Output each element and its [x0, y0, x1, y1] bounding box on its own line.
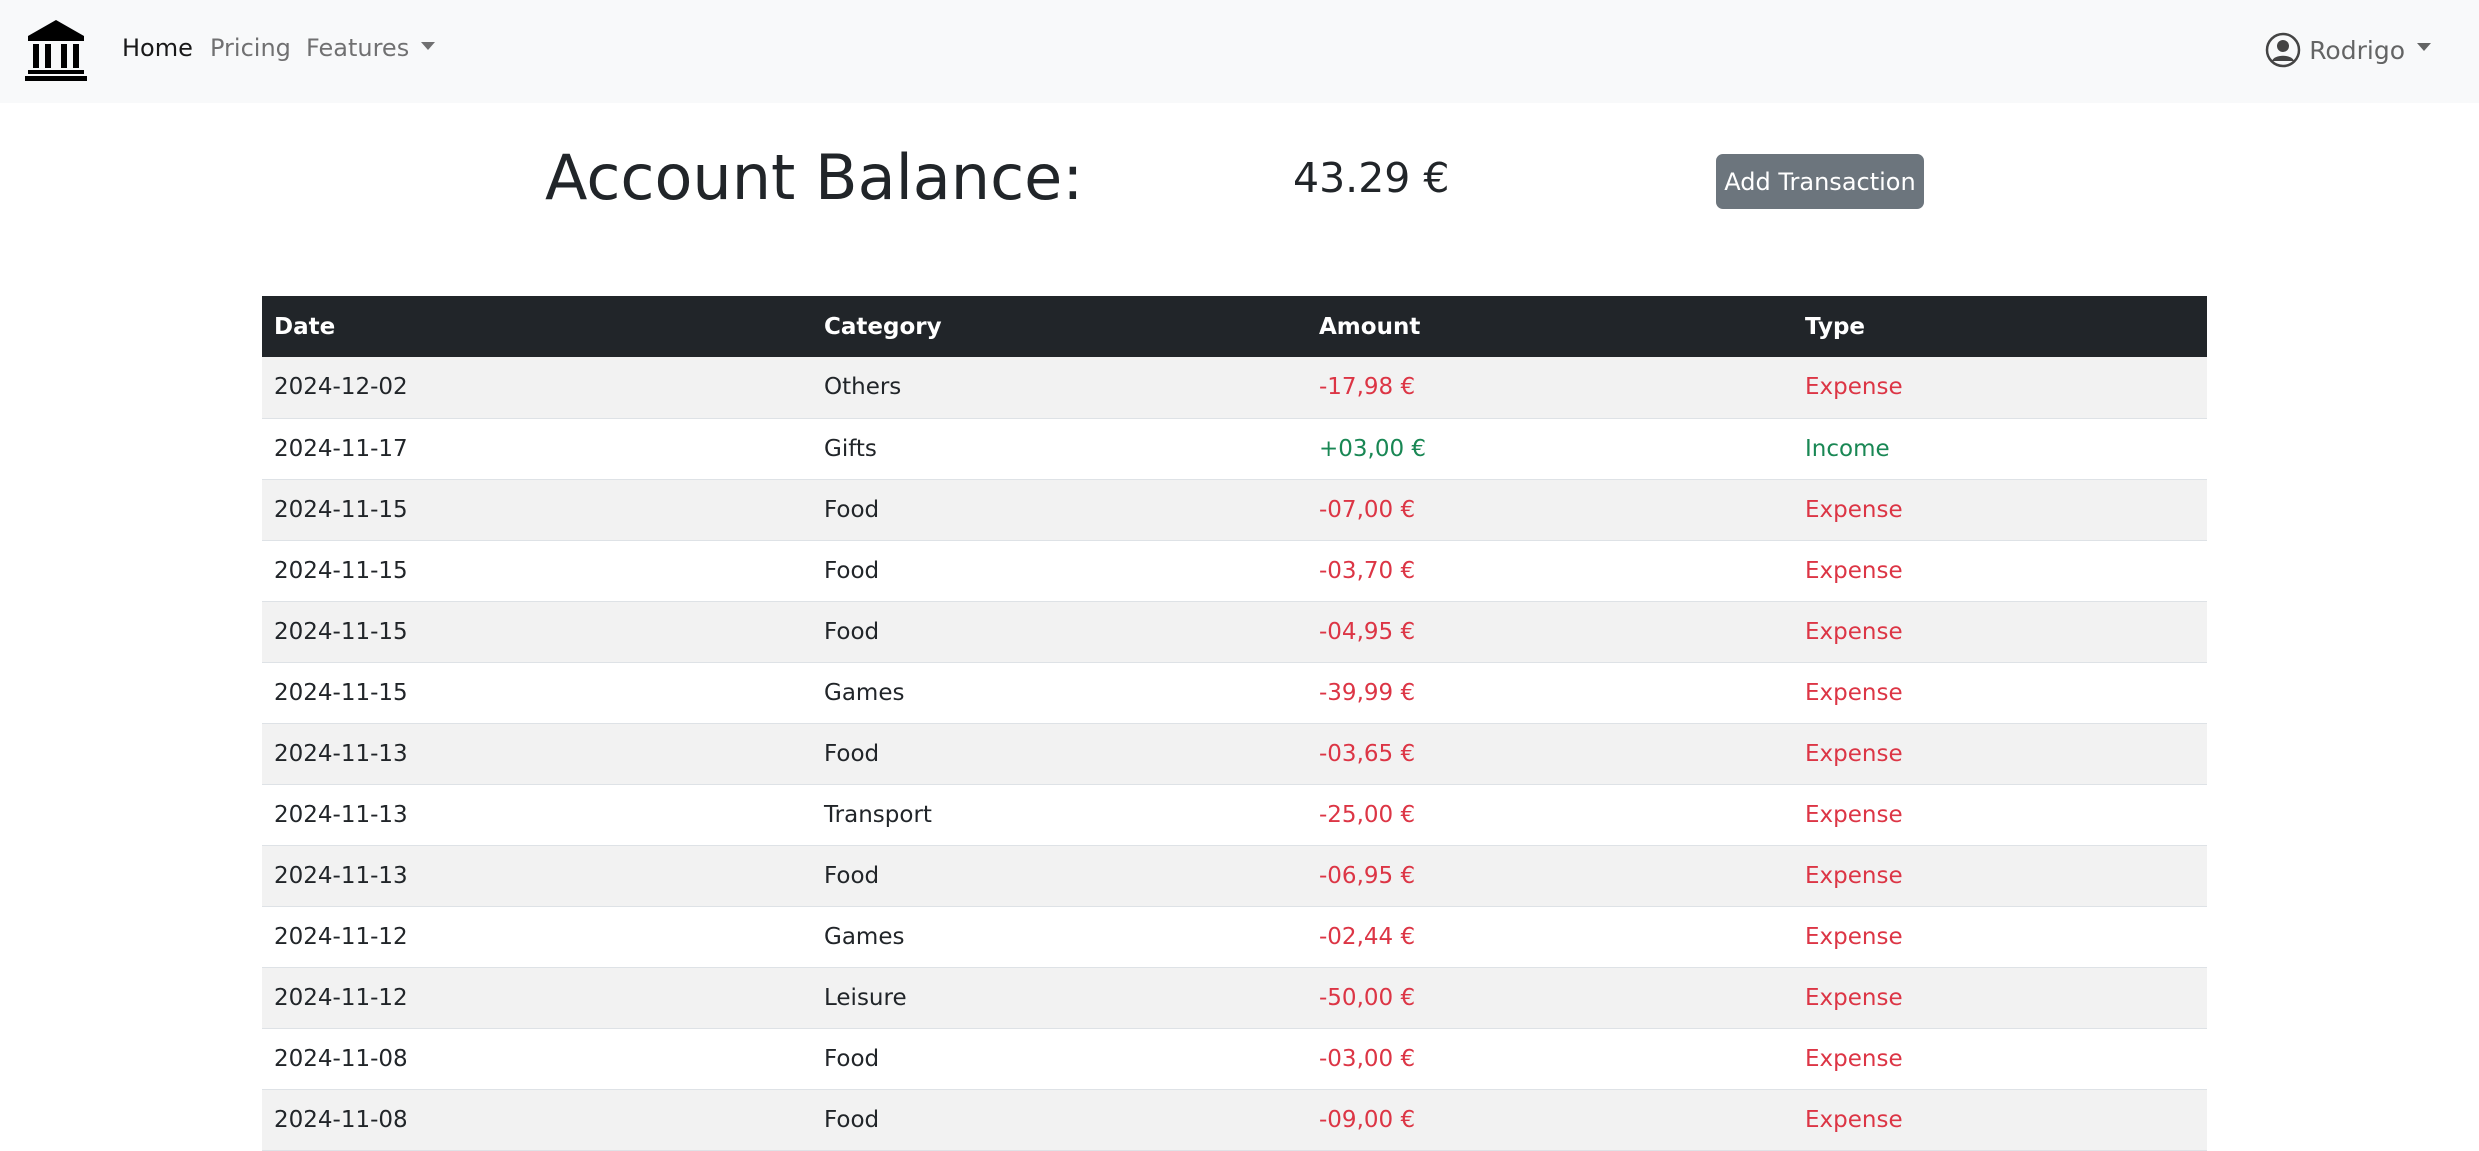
cell-category: Food — [812, 845, 1307, 907]
table-row[interactable]: 2024-11-12 Leisure -50,00 € Expense — [262, 967, 2207, 1029]
cell-date: 2024-11-08 — [262, 1089, 812, 1151]
cell-type: Expense — [1793, 1028, 2207, 1090]
cell-type: Expense — [1793, 784, 2207, 846]
table-row[interactable]: 2024-11-08 Food -09,00 € Expense — [262, 1089, 2207, 1151]
cell-date: 2024-11-15 — [262, 662, 812, 724]
cell-type: Expense — [1793, 662, 2207, 724]
cell-category: Food — [812, 479, 1307, 541]
cell-date: 2024-11-13 — [262, 784, 812, 846]
header-amount: Amount — [1319, 313, 1421, 340]
header-type: Type — [1805, 313, 1866, 340]
cell-category: Games — [812, 906, 1307, 968]
cell-type: Expense — [1793, 845, 2207, 907]
table-row[interactable]: 2024-12-02 Others -17,98 € Expense — [262, 357, 2207, 419]
cell-category: Gifts — [812, 418, 1307, 480]
table-row[interactable]: 2024-11-15 Games -39,99 € Expense — [262, 662, 2207, 724]
cell-amount: -17,98 € — [1307, 357, 1793, 419]
cell-amount: -07,00 € — [1307, 479, 1793, 541]
cell-amount: -25,00 € — [1307, 784, 1793, 846]
cell-type: Expense — [1793, 601, 2207, 663]
cell-type: Expense — [1793, 540, 2207, 602]
cell-amount: -39,99 € — [1307, 662, 1793, 724]
table-row[interactable]: 2024-11-13 Food -06,95 € Expense — [262, 845, 2207, 907]
table-row[interactable]: 2024-11-08 Food -03,00 € Expense — [262, 1028, 2207, 1090]
cell-date: 2024-11-12 — [262, 967, 812, 1029]
cell-date: 2024-11-17 — [262, 418, 812, 480]
cell-category: Games — [812, 662, 1307, 724]
cell-amount: -02,44 € — [1307, 906, 1793, 968]
cell-amount: -04,95 € — [1307, 601, 1793, 663]
user-circle-icon — [2265, 32, 2301, 68]
cell-amount: -03,00 € — [1307, 1028, 1793, 1090]
cell-amount: -09,00 € — [1307, 1089, 1793, 1151]
cell-category: Food — [812, 1028, 1307, 1090]
username-label: Rodrigo — [2309, 35, 2405, 65]
cell-date: 2024-11-15 — [262, 601, 812, 663]
chevron-down-icon — [2417, 43, 2431, 51]
cell-category: Leisure — [812, 967, 1307, 1029]
table-row[interactable]: 2024-11-17 Gifts +03,00 € Income — [262, 418, 2207, 480]
cell-type: Expense — [1793, 723, 2207, 785]
cell-type: Expense — [1793, 479, 2207, 541]
bank-icon[interactable] — [24, 18, 88, 82]
nav-features-label: Features — [306, 34, 410, 62]
cell-date: 2024-11-12 — [262, 906, 812, 968]
transactions-table: Date Category Amount Type 2024-12-02 Oth… — [262, 296, 2207, 1151]
table-row[interactable]: 2024-11-15 Food -03,70 € Expense — [262, 540, 2207, 602]
cell-category: Transport — [812, 784, 1307, 846]
cell-type: Expense — [1793, 967, 2207, 1029]
table-header-row: Date Category Amount Type — [262, 296, 2207, 357]
header-date: Date — [274, 313, 336, 340]
cell-date: 2024-12-02 — [262, 357, 812, 419]
add-transaction-button[interactable]: Add Transaction — [1716, 154, 1924, 209]
cell-date: 2024-11-15 — [262, 479, 812, 541]
cell-date: 2024-11-13 — [262, 723, 812, 785]
cell-amount: -06,95 € — [1307, 845, 1793, 907]
chevron-down-icon — [421, 42, 436, 50]
cell-amount: -03,65 € — [1307, 723, 1793, 785]
table-row[interactable]: 2024-11-15 Food -04,95 € Expense — [262, 601, 2207, 663]
balance-value: 43.29 € — [1293, 154, 1450, 202]
cell-amount: +03,00 € — [1307, 418, 1793, 480]
cell-category: Food — [812, 723, 1307, 785]
cell-type: Income — [1793, 418, 2207, 480]
cell-amount: -50,00 € — [1307, 967, 1793, 1029]
navbar: Home Pricing Features Rodrigo — [0, 0, 2479, 103]
table-row[interactable]: 2024-11-15 Food -07,00 € Expense — [262, 479, 2207, 541]
table-row[interactable]: 2024-11-13 Food -03,65 € Expense — [262, 723, 2207, 785]
cell-date: 2024-11-08 — [262, 1028, 812, 1090]
cell-category: Food — [812, 601, 1307, 663]
cell-type: Expense — [1793, 1089, 2207, 1151]
cell-category: Others — [812, 357, 1307, 419]
cell-type: Expense — [1793, 906, 2207, 968]
cell-category: Food — [812, 1089, 1307, 1151]
table-header: Date Category Amount Type — [262, 296, 2207, 357]
balance-title: Account Balance: — [545, 141, 1084, 214]
cell-date: 2024-11-13 — [262, 845, 812, 907]
cell-type: Expense — [1793, 357, 2207, 419]
table-row[interactable]: 2024-11-12 Games -02,44 € Expense — [262, 906, 2207, 968]
cell-category: Food — [812, 540, 1307, 602]
nav-features-dropdown[interactable]: Features — [306, 30, 436, 66]
header-category: Category — [824, 313, 942, 340]
cell-amount: -03,70 € — [1307, 540, 1793, 602]
nav-home-link[interactable]: Home — [122, 30, 193, 66]
cell-date: 2024-11-15 — [262, 540, 812, 602]
nav-pricing-link[interactable]: Pricing — [210, 30, 291, 66]
table-row[interactable]: 2024-11-13 Transport -25,00 € Expense — [262, 784, 2207, 846]
user-menu-dropdown[interactable]: Rodrigo — [2265, 30, 2431, 70]
table-body: 2024-12-02 Others -17,98 € Expense 2024-… — [262, 357, 2207, 1151]
